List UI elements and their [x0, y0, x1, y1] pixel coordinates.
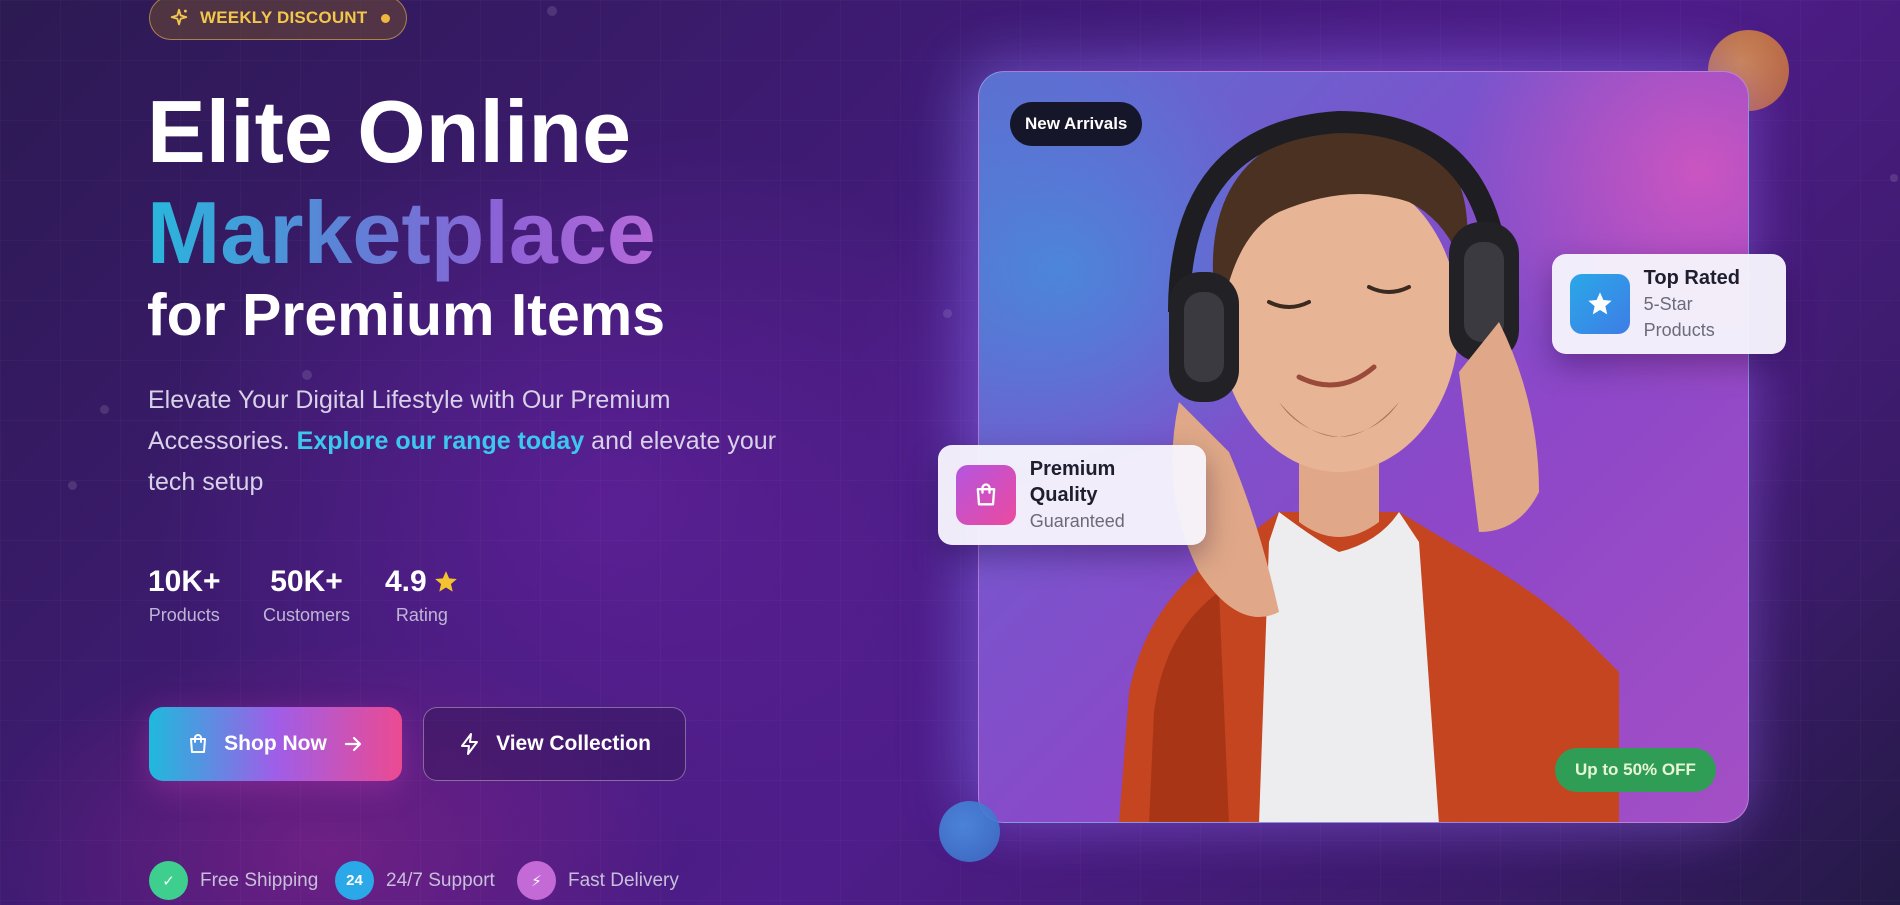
stat-value: 4.9 — [385, 565, 427, 598]
decor-dot — [943, 309, 952, 318]
arrow-right-icon — [344, 736, 361, 752]
card-text: Top Rated 5-Star Products — [1644, 265, 1768, 343]
lightning-icon: ⚡ — [517, 861, 556, 900]
badge-dot — [381, 13, 391, 23]
top-rated-card: Top Rated 5-Star Products — [1552, 254, 1786, 354]
discount-badge: Up to 50% OFF — [1555, 748, 1716, 792]
decor-dot — [100, 405, 109, 414]
lightning-icon — [461, 733, 479, 755]
feature-support: 24 24/7 Support — [335, 861, 495, 900]
decor-dot — [1890, 174, 1898, 182]
support-icon: 24 — [335, 861, 374, 900]
stat-customers: 50K+ Customers — [263, 563, 350, 626]
stat-value: 50K+ — [270, 565, 343, 598]
shopping-bag-icon — [956, 465, 1016, 525]
decor-dot — [547, 6, 557, 16]
feature-fast-delivery: ⚡ Fast Delivery — [517, 861, 679, 900]
new-arrivals-tag: New Arrivals — [1010, 102, 1143, 146]
feature-free-shipping: ✓ Free Shipping — [149, 861, 318, 900]
star-icon — [434, 571, 457, 592]
feature-label: 24/7 Support — [386, 869, 495, 891]
card-subtitle: 5-Star Products — [1643, 294, 1715, 340]
shop-now-label: Shop Now — [224, 732, 327, 755]
shopping-bag-icon — [190, 734, 207, 753]
stat-value: 10K+ — [148, 565, 221, 598]
stat-label: Customers — [263, 605, 351, 625]
stat-label: Products — [148, 605, 220, 625]
decor-dot — [68, 481, 77, 490]
view-collection-label: View Collection — [496, 732, 651, 755]
feature-label: Fast Delivery — [568, 869, 679, 891]
card-subtitle: Guaranteed — [1029, 511, 1125, 531]
premium-quality-card: Premium Quality Guaranteed — [938, 445, 1206, 545]
decor-orb-blue — [939, 801, 1000, 862]
hero-title-line1: Elite Online — [147, 82, 632, 181]
badge-label: WEEKLY DISCOUNT — [200, 8, 368, 27]
star-icon — [1570, 274, 1630, 334]
card-title: Premium Quality — [1029, 458, 1116, 506]
card-title: Top Rated — [1643, 267, 1740, 289]
stat-rating: 4.9 Rating — [385, 563, 459, 626]
check-icon: ✓ — [149, 861, 188, 900]
hero-title-line3: for Premium Items — [147, 282, 666, 348]
card-text: Premium Quality Guaranteed — [1030, 456, 1188, 534]
shop-now-button[interactable]: Shop Now — [149, 707, 402, 781]
sparkle-icon — [170, 8, 188, 26]
decor-dot — [302, 370, 312, 380]
stat-value-row: 4.9 — [385, 563, 459, 601]
hero-description: Elevate Your Digital Lifestyle with Our … — [148, 380, 788, 503]
hero-title-line2: Marketplace — [147, 183, 656, 282]
stat-label: Rating — [395, 605, 448, 625]
view-collection-button[interactable]: View Collection — [423, 707, 686, 781]
feature-label: Free Shipping — [200, 869, 319, 891]
explore-link[interactable]: Explore our range today — [297, 427, 585, 455]
stat-products: 10K+ Products — [148, 563, 221, 626]
weekly-discount-badge: WEEKLY DISCOUNT — [149, 0, 408, 40]
